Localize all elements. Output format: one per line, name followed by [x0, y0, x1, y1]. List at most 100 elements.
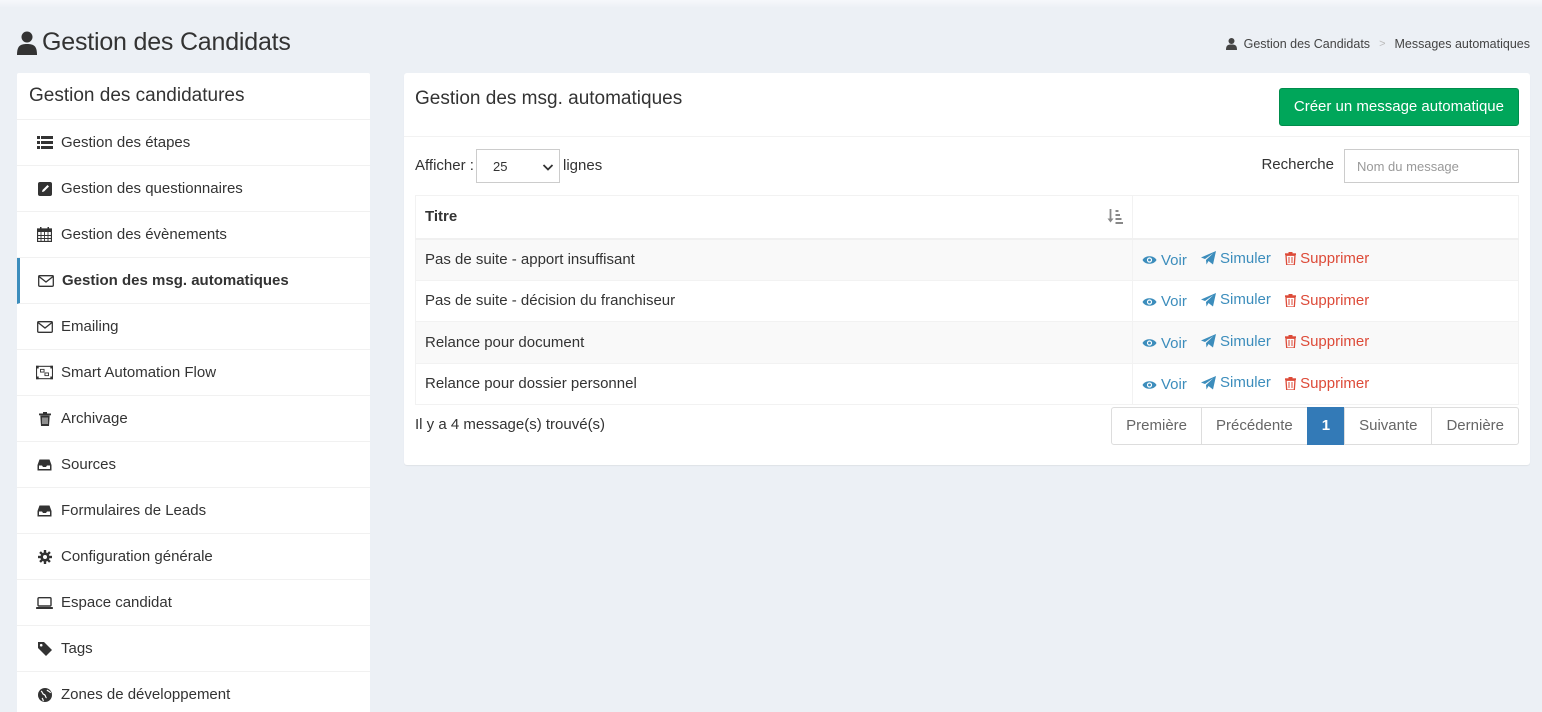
simulate-label: Simuler: [1220, 291, 1271, 308]
pagination-previous[interactable]: Précédente: [1201, 407, 1308, 445]
sidebar-item-espace-candidat[interactable]: Espace candidat: [17, 580, 370, 626]
sidebar-item-label: Espace candidat: [61, 594, 172, 611]
sidebar-item-formulaires-leads[interactable]: Formulaires de Leads: [17, 488, 370, 534]
sidebar-item-emailing[interactable]: Emailing: [17, 304, 370, 350]
view-link[interactable]: Voir: [1142, 376, 1187, 393]
edit-icon: [36, 181, 53, 196]
delete-link[interactable]: Supprimer: [1285, 375, 1369, 392]
inbox-icon: [36, 504, 53, 518]
page-length-select[interactable]: 25: [476, 149, 560, 183]
box-title: Gestion des msg. automatiques: [415, 88, 683, 109]
laptop-icon: [36, 596, 53, 610]
sidebar-item-archivage[interactable]: Archivage: [17, 396, 370, 442]
envelope-icon: [37, 274, 54, 288]
sidebar-item-label: Emailing: [61, 318, 119, 335]
sidebar-item-configuration[interactable]: Configuration générale: [17, 534, 370, 580]
delete-link[interactable]: Supprimer: [1285, 333, 1369, 350]
sidebar-item-label: Smart Automation Flow: [61, 364, 217, 381]
sidebar-item-smart-automation-flow[interactable]: Smart Automation Flow: [17, 350, 370, 396]
gear-icon: [36, 549, 53, 564]
row-actions: Voir Simuler Supprimer: [1132, 321, 1519, 364]
sidebar: Gestion des candidatures Gestion des éta…: [17, 73, 370, 712]
delete-link[interactable]: Supprimer: [1285, 292, 1369, 309]
box-header: Gestion des msg. automatiques Créer un m…: [404, 73, 1530, 137]
table-row: Pas de suite - décision du franchiseur V…: [415, 279, 1519, 322]
sidebar-item-zones-developpement[interactable]: Zones de développement: [17, 672, 370, 712]
trash-icon: [1285, 376, 1297, 390]
flow-icon: [36, 365, 53, 380]
sort-icon: [1107, 209, 1123, 224]
message-title: Pas de suite - décision du franchiseur: [415, 279, 1133, 322]
sidebar-item-label: Sources: [61, 456, 117, 473]
sidebar-item-label: Configuration générale: [61, 548, 213, 565]
pagination-first[interactable]: Première: [1111, 407, 1203, 445]
simulate-link[interactable]: Simuler: [1201, 291, 1271, 308]
search-label: Recherche: [1261, 156, 1334, 173]
globe-icon: [36, 687, 53, 702]
list-icon: [36, 136, 53, 150]
delete-label: Supprimer: [1300, 374, 1370, 392]
simulate-label: Simuler: [1220, 332, 1271, 350]
pagination-last[interactable]: Dernière: [1431, 407, 1519, 445]
paper-plane-icon: [1201, 292, 1217, 306]
pagination: Première Précédente 1 Suivante Dernière: [1111, 407, 1519, 445]
trash-icon: [1285, 252, 1297, 266]
messages-table: Titre Pas de suite - apport insuffisant …: [415, 195, 1519, 405]
sidebar-item-label: Zones de développement: [61, 686, 231, 703]
results-info: Il y a 4 message(s) trouvé(s): [415, 416, 606, 433]
view-link[interactable]: Voir: [1142, 335, 1187, 352]
column-header-actions: [1132, 195, 1519, 240]
pagination-next[interactable]: Suivante: [1344, 407, 1433, 445]
sidebar-item-label: Formulaires de Leads: [61, 502, 207, 519]
view-label: Voir: [1161, 293, 1187, 310]
sidebar-item-msg-automatiques[interactable]: Gestion des msg. automatiques: [17, 258, 370, 304]
sidebar-item-label: Gestion des msg. automatiques: [62, 272, 289, 289]
table-row: Pas de suite - apport insuffisant Voir S…: [415, 238, 1519, 281]
calendar-icon: [36, 227, 53, 242]
table-header-row: Titre: [415, 195, 1519, 240]
eye-icon: [1142, 297, 1157, 306]
column-header-titre[interactable]: Titre: [415, 195, 1133, 240]
paper-plane-icon: [1201, 334, 1217, 348]
inbox-icon: [36, 458, 53, 472]
table-row: Relance pour dossier personnel Voir Simu…: [415, 362, 1519, 405]
chevron-down-icon: [542, 164, 554, 171]
create-message-button[interactable]: Créer un message automatique: [1278, 88, 1519, 126]
sidebar-item-label: Tags: [61, 640, 93, 657]
trash-icon: [36, 411, 53, 426]
row-actions: Voir Simuler Supprimer: [1132, 238, 1519, 281]
simulate-link[interactable]: Simuler: [1201, 374, 1271, 391]
messages-box: Gestion des msg. automatiques Créer un m…: [404, 73, 1530, 465]
view-link[interactable]: Voir: [1142, 293, 1187, 310]
sidebar-item-evenements[interactable]: Gestion des évènements: [17, 212, 370, 258]
paper-plane-icon: [1201, 251, 1217, 265]
view-label: Voir: [1161, 334, 1187, 352]
sidebar-item-questionnaires[interactable]: Gestion des questionnaires: [17, 166, 370, 212]
breadcrumb-item-candidats[interactable]: Gestion des Candidats: [1244, 37, 1370, 51]
eye-icon: [1142, 380, 1157, 389]
table-row: Relance pour document Voir Simuler Suppr…: [415, 321, 1519, 364]
search-input[interactable]: [1344, 149, 1519, 183]
pagination-current-page[interactable]: 1: [1306, 407, 1346, 445]
trash-icon: [1285, 335, 1297, 348]
delete-link[interactable]: Supprimer: [1285, 250, 1369, 267]
table-controls: Afficher : 25 lignes Recherche: [415, 149, 1519, 183]
paper-plane-icon: [1201, 375, 1217, 389]
view-link[interactable]: Voir: [1142, 252, 1187, 269]
simulate-link[interactable]: Simuler: [1201, 333, 1271, 350]
column-header-label: Titre: [425, 208, 458, 226]
message-title: Pas de suite - apport insuffisant: [415, 238, 1133, 281]
trash-icon: [1285, 293, 1297, 307]
sidebar-item-tags[interactable]: Tags: [17, 626, 370, 672]
sidebar-item-label: Gestion des questionnaires: [61, 180, 243, 197]
sidebar-item-etapes[interactable]: Gestion des étapes: [17, 120, 370, 166]
page-header: Gestion des Candidats: [17, 28, 291, 57]
simulate-link[interactable]: Simuler: [1201, 250, 1271, 267]
rows-label: lignes: [563, 157, 603, 174]
delete-label: Supprimer: [1300, 291, 1370, 309]
sidebar-item-sources[interactable]: Sources: [17, 442, 370, 488]
breadcrumb: Gestion des Candidats > Messages automat…: [1225, 37, 1530, 51]
tag-icon: [36, 641, 53, 656]
eye-icon: [1142, 339, 1157, 347]
message-title: Relance pour dossier personnel: [415, 362, 1133, 405]
